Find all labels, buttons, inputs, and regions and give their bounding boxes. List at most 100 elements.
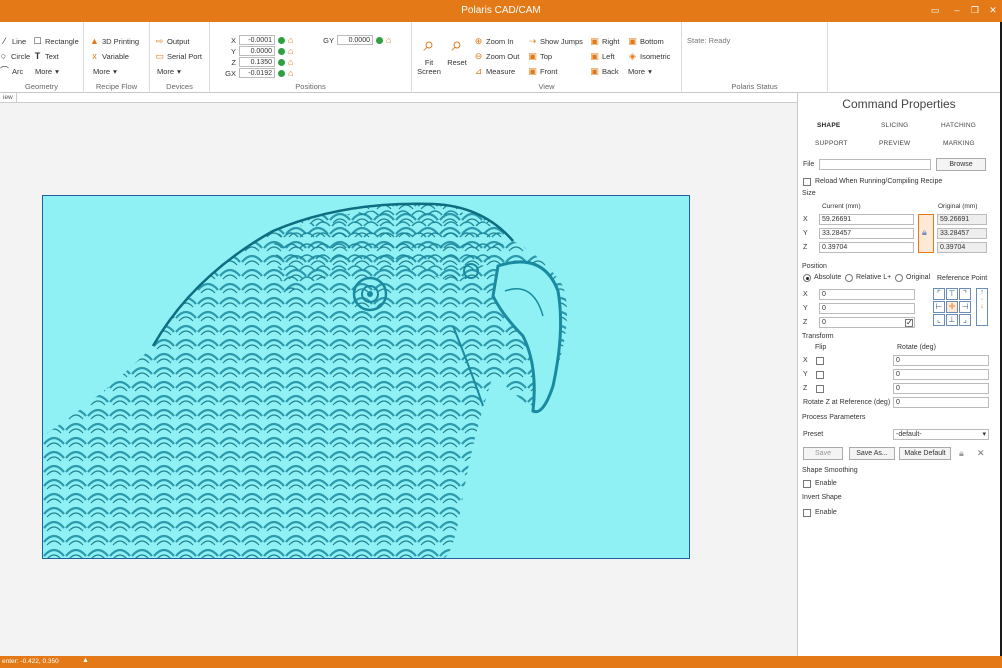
rotate-y-input[interactable]: 0 xyxy=(893,369,989,380)
minimize-icon[interactable]: – xyxy=(950,4,964,16)
rotate-z-input[interactable]: 0 xyxy=(893,383,989,394)
arc-button[interactable]: ⌒ Arc xyxy=(0,67,23,77)
position-y-field[interactable]: 0.0000 xyxy=(239,46,275,56)
save-as-button[interactable]: Save As... xyxy=(849,447,895,460)
reference-point-grid: ⌜ ⊤ ⌝ ⊢ ✛ ⊣ ⌞ ⊥ ⌟ xyxy=(933,288,971,326)
serial-port-button[interactable]: ▭ Serial Port xyxy=(155,52,202,62)
viewport[interactable] xyxy=(0,103,797,656)
right-view-button[interactable]: ▣ Right xyxy=(590,37,619,47)
tab-shape[interactable]: SHAPE xyxy=(817,122,840,129)
ribbon-toggle-icon[interactable]: ▭ xyxy=(928,4,942,16)
flip-y-checkbox[interactable] xyxy=(816,371,824,379)
ref-bottom-left[interactable]: ⌞ xyxy=(933,314,945,326)
recipe-more-button[interactable]: More ▾ xyxy=(93,67,117,76)
ref-middle-left[interactable]: ⊢ xyxy=(933,301,945,313)
ref-center[interactable]: ✛ xyxy=(946,301,958,313)
cube-back-icon: ▣ xyxy=(590,66,599,76)
ref-bottom-right[interactable]: ⌟ xyxy=(959,314,971,326)
reload-label: Reload When Running/Compiling Recipe xyxy=(815,178,943,185)
home-icon[interactable]: ⌂ xyxy=(288,57,293,67)
3d-printing-button[interactable]: ▲ 3D Printing xyxy=(90,37,139,47)
ref-top-right[interactable]: ⌝ xyxy=(959,288,971,300)
back-view-button[interactable]: ▣ Back xyxy=(590,66,618,77)
rectangle-button[interactable]: ☐ Rectangle xyxy=(33,36,78,47)
flip-x-checkbox[interactable] xyxy=(816,357,824,365)
chevron-up-icon[interactable]: ▲ xyxy=(82,657,89,664)
home-icon[interactable]: ⌂ xyxy=(288,46,293,56)
invert-enable-checkbox[interactable] xyxy=(803,509,811,517)
current-z-field[interactable]: 0.39704 xyxy=(819,242,914,253)
show-jumps-button[interactable]: ⇢ Show Jumps xyxy=(528,36,583,47)
title-bar: Polaris CAD/CAM ▭ – ❐ ✕ xyxy=(0,0,1002,22)
tab-support[interactable]: SUPPORT xyxy=(815,140,848,147)
rectangle-icon: ☐ xyxy=(33,36,42,46)
z-reference-column[interactable]: ↑ · ↓ xyxy=(976,288,988,326)
bottom-view-button[interactable]: ▣ Bottom xyxy=(628,37,664,47)
smoothing-enable-checkbox[interactable] xyxy=(803,480,811,488)
line-button[interactable]: ⁄ Line xyxy=(0,37,26,47)
current-x-field[interactable]: 59.26691 xyxy=(819,214,914,225)
isometric-view-button[interactable]: ◈ Isometric xyxy=(628,52,670,62)
position-x-field[interactable]: -0.0001 xyxy=(239,35,275,45)
variable-button[interactable]: x Variable xyxy=(90,52,129,62)
original-radio[interactable] xyxy=(895,274,903,282)
ref-bottom-center[interactable]: ⊥ xyxy=(946,314,958,326)
transform-z-label: Z xyxy=(803,385,808,392)
document-tab[interactable]: iew xyxy=(0,93,17,103)
fit-screen-button[interactable]: ⌕ Fit Screen xyxy=(414,34,444,76)
position-gx-field[interactable]: -0.0192 xyxy=(239,68,275,78)
restore-icon[interactable]: ❐ xyxy=(968,4,982,16)
preset-select[interactable]: -default- ▾ xyxy=(893,429,989,440)
front-view-button[interactable]: ▣ Front xyxy=(528,67,557,77)
circle-button[interactable]: ○ Circle xyxy=(0,52,30,62)
reset-view-button[interactable]: ⌕ Reset xyxy=(444,34,470,67)
tab-preview[interactable]: PREVIEW xyxy=(879,140,910,147)
home-icon[interactable]: ⌂ xyxy=(288,68,293,78)
smoothing-enable-label: Enable xyxy=(815,480,837,487)
absolute-radio[interactable] xyxy=(803,274,811,282)
left-view-button[interactable]: ▣ Left xyxy=(590,52,614,62)
rotate-z-ref-input[interactable]: 0 xyxy=(893,397,989,408)
make-default-button[interactable]: Make Default xyxy=(899,447,951,460)
position-gy-field[interactable]: 0.0000 xyxy=(337,35,373,45)
close-icon[interactable]: ✕ xyxy=(986,4,1000,16)
current-y-field[interactable]: 33.28457 xyxy=(819,228,914,239)
lock-icon[interactable]: 🔒︎ xyxy=(959,448,964,459)
reload-checkbox[interactable] xyxy=(803,178,811,186)
ref-middle-right[interactable]: ⊣ xyxy=(959,301,971,313)
position-x-input[interactable]: 0 xyxy=(819,289,915,300)
geometry-group: ⁄ Line ☐ Rectangle ○ Circle T Text ⌒ Arc More… xyxy=(0,22,84,93)
flip-z-checkbox[interactable] xyxy=(816,385,824,393)
top-view-button[interactable]: ▣ Top xyxy=(528,52,552,62)
browse-button[interactable]: Browse xyxy=(936,158,986,171)
home-icon[interactable]: ⌂ xyxy=(386,35,391,45)
tab-marking[interactable]: MARKING xyxy=(943,140,975,147)
delete-icon[interactable]: ✕ xyxy=(977,448,985,459)
shape-canvas[interactable] xyxy=(42,195,690,559)
position-z-checkbox[interactable] xyxy=(905,318,913,327)
lock-icon[interactable]: 🔒︎ xyxy=(922,227,927,238)
home-icon[interactable]: ⌂ xyxy=(288,35,293,45)
tab-hatching[interactable]: HATCHING xyxy=(941,122,976,129)
file-input[interactable] xyxy=(819,159,931,170)
ref-top-left[interactable]: ⌜ xyxy=(933,288,945,300)
tab-slicing[interactable]: SLICING xyxy=(881,122,908,129)
flip-label: Flip xyxy=(815,344,827,351)
geometry-more-button[interactable]: More ▾ xyxy=(35,67,59,76)
output-button[interactable]: ⇨ Output xyxy=(155,37,190,47)
measure-button[interactable]: ⊿ Measure xyxy=(474,67,515,77)
position-z-field[interactable]: 0.1350 xyxy=(239,57,275,67)
ref-top-center[interactable]: ⊤ xyxy=(946,288,958,300)
original-header: Original (mm) xyxy=(938,203,978,210)
view-more-button[interactable]: More ▾ xyxy=(628,67,652,76)
devices-more-button[interactable]: More ▾ xyxy=(157,67,181,76)
text-button[interactable]: T Text xyxy=(33,52,59,62)
zoom-in-button[interactable]: ⊕ Zoom In xyxy=(474,37,514,47)
position-z-input[interactable]: 0 xyxy=(819,317,915,328)
jumps-icon: ⇢ xyxy=(528,36,537,46)
zoom-out-button[interactable]: ⊖ Zoom Out xyxy=(474,52,520,62)
relative-radio[interactable] xyxy=(845,274,853,282)
save-button[interactable]: Save xyxy=(803,447,843,460)
rotate-x-input[interactable]: 0 xyxy=(893,355,989,366)
position-y-input[interactable]: 0 xyxy=(819,303,915,314)
